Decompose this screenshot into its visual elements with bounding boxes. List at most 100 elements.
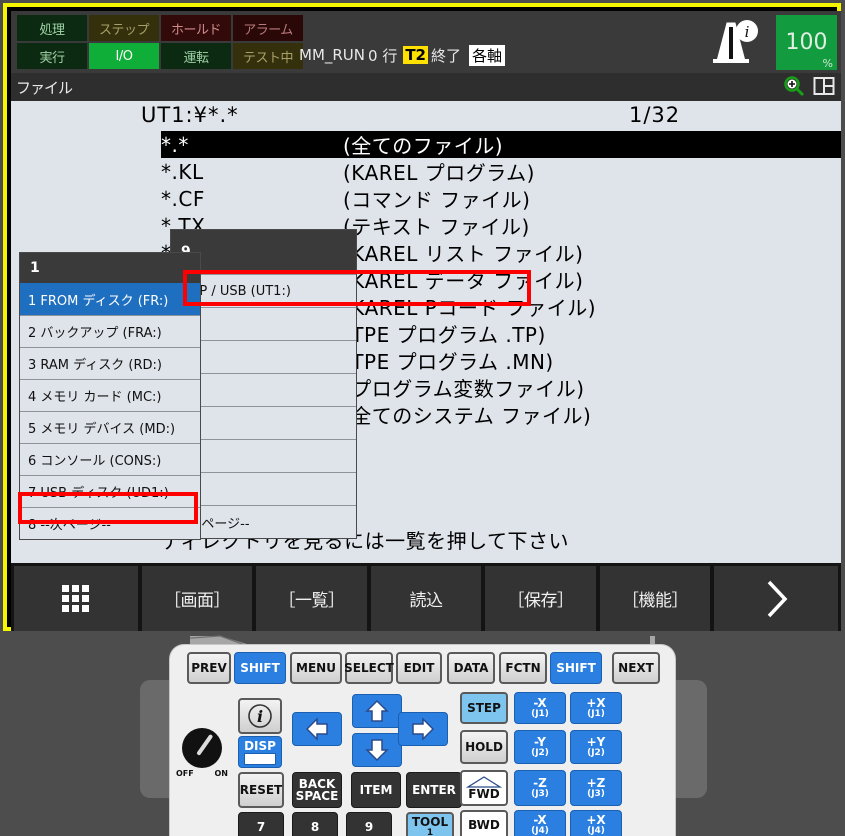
key-hold[interactable]: HOLD: [460, 730, 508, 764]
key-arrow-up[interactable]: [352, 694, 402, 728]
key-data[interactable]: DATA: [447, 652, 495, 684]
file-type-desc: (全てのシステム ファイル): [343, 404, 592, 428]
key-arrow-down[interactable]: [352, 733, 402, 767]
key-jog-plusX-J4[interactable]: +X (J4): [570, 810, 622, 836]
status-cell-alarm[interactable]: アラーム: [233, 15, 303, 41]
key-select[interactable]: SELECT: [344, 652, 394, 684]
key-label: -Y: [534, 735, 546, 749]
key-fwd[interactable]: FWD: [460, 770, 508, 806]
path-header: UT1:¥*.* 1/32: [11, 103, 841, 129]
key-prev[interactable]: PREV: [187, 652, 231, 684]
softkey-grid[interactable]: [14, 566, 138, 631]
key-fctn[interactable]: FCTN: [499, 652, 547, 684]
run-state: 終了: [431, 46, 462, 65]
key-jog-minusX-J4[interactable]: -X (J4): [514, 810, 566, 836]
softkey-5[interactable]: ［機能］: [599, 566, 711, 631]
softkey-4[interactable]: ［保存］: [485, 566, 596, 631]
status-indicator-grid: 処理 ステップ ホールド アラーム 実行 I/O 運転 テスト中: [17, 15, 303, 69]
status-cell-hold[interactable]: ホールド: [161, 15, 231, 41]
power-knob[interactable]: OFF ON: [176, 728, 228, 780]
key-tool[interactable]: TOOL 1: [406, 812, 454, 836]
status-cell-shori[interactable]: 処理: [17, 15, 87, 41]
file-type-code: *.*: [161, 132, 189, 157]
device-menu[interactable]: 1 1 FROM ディスク (FR:) 2 バックアップ (FRA:) 3 RAM …: [19, 252, 201, 540]
key-info[interactable]: i: [238, 698, 282, 734]
key-sublabel: (J2): [531, 748, 549, 758]
arrow-down-icon: [365, 739, 389, 762]
file-type-row[interactable]: *.KL (KAREL プログラム): [161, 158, 841, 186]
menu-item[interactable]: 5 メモリ デバイス (MD:): [20, 411, 200, 443]
key-label: SHIFT: [556, 661, 596, 675]
key-label: MENU: [296, 661, 336, 675]
softkey-next[interactable]: [714, 566, 838, 631]
status-cell-step[interactable]: ステップ: [89, 15, 159, 41]
softkey-2[interactable]: ［一覧］: [256, 566, 367, 631]
key-jog-minusY-J2[interactable]: -Y (J2): [514, 730, 566, 764]
key-disp[interactable]: DISP: [238, 736, 282, 768]
key-enter[interactable]: ENTER: [406, 772, 462, 808]
file-type-row[interactable]: *.CF (コマンド ファイル): [161, 185, 841, 213]
file-type-desc: (KAREL Pコード ファイル): [343, 296, 597, 320]
key-number-8[interactable]: 8: [292, 812, 338, 836]
menu-item[interactable]: 3 RAM ディスク (RD:): [20, 347, 200, 379]
key-edit[interactable]: EDIT: [396, 652, 442, 684]
key-jog-plusY-J2[interactable]: +Y (J2): [570, 730, 622, 764]
key-label: -X: [533, 813, 547, 827]
key-jog-plusZ-J3[interactable]: +Z (J3): [570, 770, 622, 806]
key-arrow-right[interactable]: [398, 712, 448, 746]
menu-item[interactable]: 7 USB ディスク (UD1:): [20, 475, 200, 507]
key-jog-plusX-J1[interactable]: +X (J1): [570, 692, 622, 724]
softkey-label: 読込: [409, 591, 444, 611]
file-type-desc: (KAREL データ ファイル): [343, 269, 584, 293]
chevron-right-icon: [767, 580, 788, 617]
key-reset[interactable]: RESET: [238, 772, 284, 808]
softkey-3[interactable]: 読込: [370, 566, 482, 631]
arrow-left-icon: [305, 717, 328, 741]
key-next[interactable]: NEXT: [612, 652, 660, 684]
menu-item[interactable]: 6 コンソール (CONS:): [20, 443, 200, 475]
key-jog-minusZ-J3[interactable]: -Z (J3): [514, 770, 566, 806]
status-cell-test[interactable]: テスト中: [233, 43, 303, 69]
key-sublabel: (J4): [531, 826, 549, 836]
status-line: MM_RUN 0 行 T2 終了 各軸: [299, 41, 506, 69]
key-label: STEP: [467, 701, 501, 715]
coord-badge: 各軸: [469, 44, 506, 66]
key-label: RESET: [239, 783, 283, 797]
file-type-desc: (テキスト ファイル): [343, 215, 530, 239]
status-cell-unten[interactable]: 運転: [161, 43, 231, 69]
key-number-7[interactable]: 7: [238, 812, 284, 836]
status-cell-run[interactable]: 実行: [17, 43, 87, 69]
softkey-label: ［一覧］: [278, 591, 346, 611]
menu-item[interactable]: 8 --次ページ--: [20, 507, 200, 539]
key-shift-left[interactable]: SHIFT: [234, 652, 286, 684]
file-type-row[interactable]: *.* (全てのファイル): [161, 131, 841, 158]
knob-dial[interactable]: [182, 728, 222, 768]
warning-icon: i: [701, 19, 763, 65]
key-sublabel: (J1): [531, 709, 549, 719]
layout-icon[interactable]: [813, 75, 835, 101]
key-sublabel: (J3): [531, 789, 549, 799]
key-step[interactable]: STEP: [460, 692, 508, 724]
key-number-9[interactable]: 9: [346, 812, 392, 836]
menu-item[interactable]: 4 メモリ カード (MC:): [20, 379, 200, 411]
file-type-desc: (KAREL プログラム): [343, 161, 535, 185]
zoom-icon[interactable]: [783, 75, 805, 101]
key-bwd[interactable]: BWD: [460, 810, 508, 836]
key-label: +Z: [586, 776, 606, 790]
page-counter: 1/32: [629, 103, 681, 127]
menu-item[interactable]: 1 FROM ディスク (FR:): [20, 283, 200, 315]
key-menu[interactable]: MENU: [290, 652, 342, 684]
status-cell-io[interactable]: I/O: [89, 43, 159, 69]
key-shift-right[interactable]: SHIFT: [550, 652, 602, 684]
key-backspace[interactable]: BACK SPACE: [292, 772, 342, 808]
page-title: ファイル: [16, 78, 73, 97]
key-item[interactable]: ITEM: [351, 772, 401, 808]
key-sublabel: 1: [426, 828, 434, 836]
menu-item[interactable]: 2 バックアップ (FRA:): [20, 315, 200, 347]
pendant-screen: 処理 ステップ ホールド アラーム 実行 I/O 運転 テスト中 MM_RUN …: [3, 3, 841, 631]
softkey-1[interactable]: ［画面］: [141, 566, 253, 631]
key-arrow-left[interactable]: [292, 712, 342, 746]
key-jog-minusX-J1[interactable]: -X (J1): [514, 692, 566, 724]
file-type-code: *.CF: [161, 186, 205, 211]
grid-icon: [62, 585, 90, 612]
